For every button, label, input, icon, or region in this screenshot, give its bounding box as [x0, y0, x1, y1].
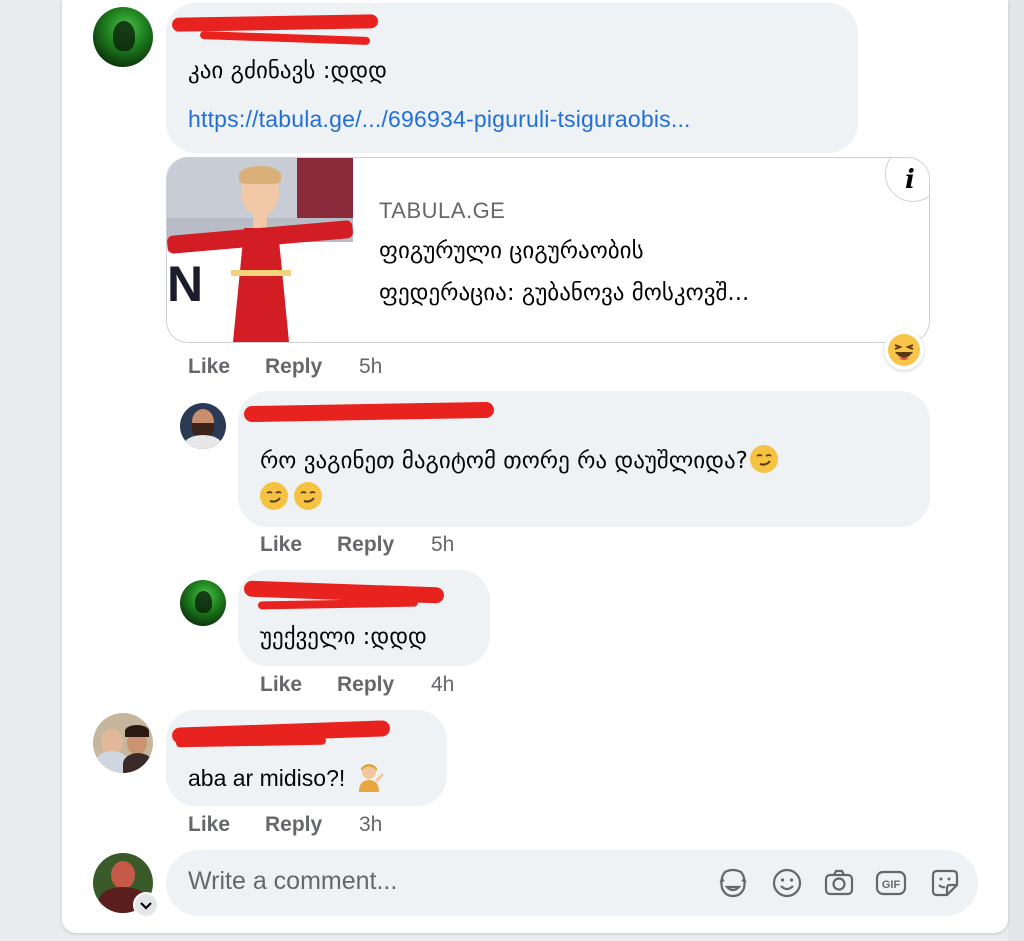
timestamp[interactable]: 5h [359, 355, 382, 379]
timestamp[interactable]: 3h [359, 813, 382, 837]
like-button[interactable]: Like [188, 813, 230, 837]
emoji-row [260, 482, 322, 518]
timestamp[interactable]: 5h [431, 533, 454, 557]
smirk-emoji-icon [749, 445, 778, 473]
like-button[interactable]: Like [260, 533, 302, 557]
emoji-icon[interactable] [770, 866, 804, 900]
smirk-emoji-icon [260, 482, 288, 510]
preview-title: ფიგურული ციგურაობის [379, 238, 644, 264]
person-tipping-hand-emoji-icon [355, 762, 385, 792]
preview-site: TABULA.GE [379, 198, 506, 223]
svg-text:GIF: GIF [882, 879, 901, 891]
link-preview-card[interactable]: N TABULA.GE ფიგურული ციგურაობის ფედერაცი… [166, 157, 930, 343]
comment-link[interactable]: https://tabula.ge/.../696934-piguruli-ts… [188, 106, 691, 133]
like-button[interactable]: Like [260, 673, 302, 697]
haha-emoji-icon[interactable] [884, 330, 924, 370]
comment-text: უექველი :დდდ [260, 624, 427, 650]
reply-button[interactable]: Reply [265, 355, 322, 379]
comment-composer[interactable]: Write a comment... GIF [166, 850, 978, 916]
reply-button[interactable]: Reply [265, 813, 322, 837]
right-gutter [1008, 0, 1024, 941]
camera-icon[interactable] [822, 866, 856, 900]
timestamp[interactable]: 4h [431, 673, 454, 697]
account-switcher-chevron-down-icon[interactable] [133, 892, 159, 918]
preview-thumbnail: N [167, 158, 353, 342]
comment-text: კაი გძინავს :დდდ [188, 58, 387, 84]
reply-button[interactable]: Reply [337, 673, 394, 697]
like-button[interactable]: Like [188, 355, 230, 379]
avatar[interactable] [93, 713, 153, 773]
comment-text: რო ვაგინეთ მაგიტომ თორე რა დაუშლიდა? [260, 445, 778, 476]
sticker-icon[interactable] [928, 866, 962, 900]
preview-title: ფედერაცია: გუბანოვა მოსკოვშ... [379, 280, 750, 306]
gif-icon[interactable]: GIF [874, 866, 908, 900]
comment-input[interactable]: Write a comment... [188, 867, 397, 896]
comment-text: aba ar midiso?! [188, 762, 385, 793]
avatar[interactable] [180, 580, 226, 626]
avatar-sticker-icon[interactable] [716, 866, 750, 900]
reply-button[interactable]: Reply [337, 533, 394, 557]
avatar[interactable] [180, 403, 226, 449]
smirk-emoji-icon [294, 482, 322, 510]
info-icon[interactable]: i [885, 158, 929, 202]
avatar[interactable] [93, 7, 153, 67]
